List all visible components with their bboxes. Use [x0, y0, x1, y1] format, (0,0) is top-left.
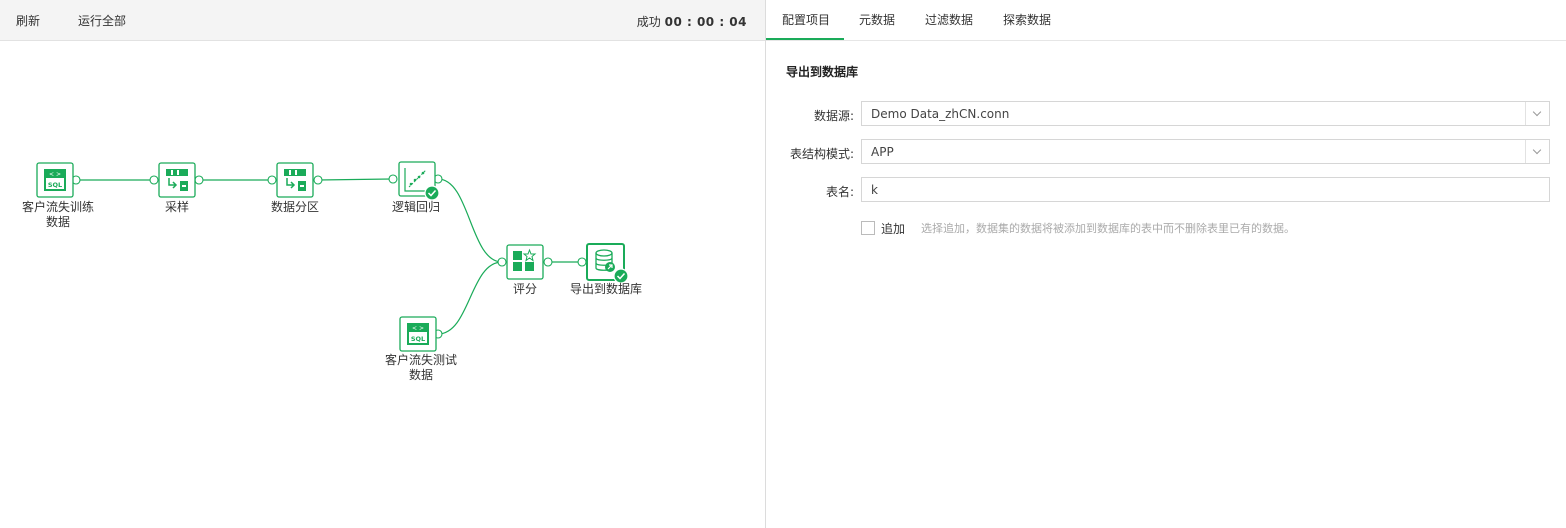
node-logistic[interactable]: [398, 161, 440, 201]
svg-text:SQL: SQL: [411, 335, 425, 343]
append-checkbox[interactable]: [861, 221, 875, 235]
node-train[interactable]: < > SQL: [36, 162, 74, 198]
node-label-line: 客户流失测试: [384, 353, 457, 367]
run-all-button[interactable]: 运行全部: [78, 12, 126, 29]
section-title: 导出到数据库: [786, 65, 859, 79]
edge-partition-logistic: [317, 178, 393, 181]
node-export[interactable]: [586, 243, 629, 284]
port-export-in[interactable]: [577, 257, 587, 267]
chevron-down-icon[interactable]: [1525, 102, 1549, 125]
sql-icon: < > SQL: [407, 323, 429, 345]
node-label-logistic: 逻辑回归: [391, 200, 440, 214]
port-score-in[interactable]: [497, 257, 507, 267]
workflow-panel: 刷新 运行全部 成功 00 : 00 : 04 < > SQL < > SQL …: [0, 0, 765, 528]
node-test[interactable]: < > SQL: [399, 316, 437, 352]
schema-label: 表结构模式:: [789, 147, 854, 161]
port-sample-out[interactable]: [194, 175, 204, 185]
edge-logistic-score: [437, 178, 503, 263]
status-text: 成功: [636, 15, 661, 29]
node-label-test: 客户流失测试 数据: [381, 353, 461, 383]
datasource-value: Demo Data_zhCN.conn: [871, 107, 1010, 121]
svg-text:SQL: SQL: [48, 181, 62, 189]
datasource-select[interactable]: Demo Data_zhCN.conn: [861, 101, 1550, 126]
node-label-partition: 数据分区: [270, 200, 319, 214]
chevron-down-icon[interactable]: [1525, 140, 1549, 163]
svg-text:< >: < >: [49, 171, 61, 178]
append-hint: 选择追加，数据集的数据将被添加到数据库的表中而不删除表里已有的数据。: [921, 222, 1295, 235]
edge-test-score: [437, 261, 503, 335]
schema-select[interactable]: APP: [861, 139, 1550, 164]
node-sample[interactable]: [158, 162, 196, 198]
canvas-toolbar: 刷新 运行全部 成功 00 : 00 : 04: [0, 0, 765, 41]
tab-config[interactable]: 配置项目: [782, 11, 830, 28]
node-label-line: 数据: [408, 368, 433, 382]
sql-icon: < > SQL: [44, 169, 66, 191]
node-label-score: 评分: [512, 282, 537, 296]
success-check-icon: [613, 268, 629, 284]
refresh-button[interactable]: 刷新: [16, 12, 40, 29]
table-name-input[interactable]: k: [861, 177, 1550, 202]
node-label-sample: 采样: [164, 200, 189, 214]
workflow-canvas[interactable]: < > SQL < > SQL: [0, 41, 765, 528]
run-status: 成功 00 : 00 : 04: [637, 13, 747, 30]
table-name-value: k: [871, 183, 878, 197]
config-panel: 配置项目 元数据 过滤数据 探索数据 导出到数据库 数据源: Demo Data…: [766, 0, 1566, 528]
datasource-label: 数据源:: [813, 109, 854, 123]
config-tabs: 配置项目 元数据 过滤数据 探索数据: [766, 0, 1566, 41]
active-tab-indicator: [766, 38, 844, 40]
append-label[interactable]: 追加: [881, 220, 905, 237]
tab-metadata[interactable]: 元数据: [859, 11, 895, 28]
node-label-export: 导出到数据库: [569, 282, 642, 296]
app-root: 刷新 运行全部 成功 00 : 00 : 04 < > SQL < > SQL …: [0, 0, 1566, 528]
port-logistic-in[interactable]: [388, 174, 398, 184]
node-label-train: 客户流失训练 数据: [18, 200, 98, 230]
table-name-label: 表名:: [825, 185, 854, 199]
node-score[interactable]: [506, 244, 544, 280]
status-time: 00 : 00 : 04: [664, 15, 747, 29]
tab-filter[interactable]: 过滤数据: [925, 11, 973, 28]
node-label-line: 数据: [45, 215, 70, 229]
node-label-line: 客户流失训练: [21, 200, 94, 214]
port-score-out[interactable]: [543, 257, 553, 267]
tab-explore[interactable]: 探索数据: [1003, 11, 1051, 28]
port-partition-in[interactable]: [267, 175, 277, 185]
svg-text:< >: < >: [412, 325, 424, 332]
schema-value: APP: [871, 145, 894, 159]
success-check-icon: [424, 185, 440, 201]
port-partition-out[interactable]: [313, 175, 323, 185]
port-sample-in[interactable]: [149, 175, 159, 185]
node-partition[interactable]: [276, 162, 314, 198]
